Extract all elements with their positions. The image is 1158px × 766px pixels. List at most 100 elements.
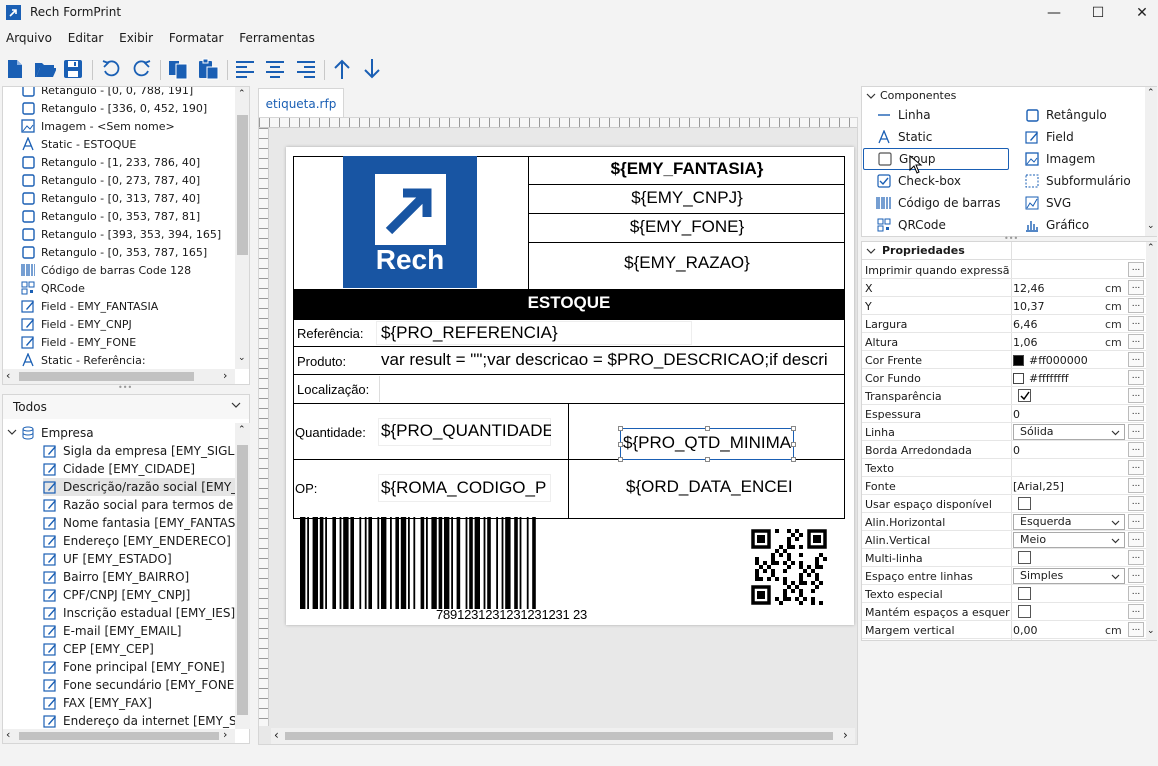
ellipsis-button[interactable]: ... <box>1128 496 1144 511</box>
scroll-left-icon[interactable]: ‹ <box>274 728 279 742</box>
save-icon[interactable] <box>62 58 84 80</box>
property-color-value[interactable]: #ff000000 <box>1013 354 1101 367</box>
menu-formatar[interactable]: Formatar <box>163 28 230 45</box>
component-static[interactable]: Static <box>876 126 932 148</box>
resize-handle[interactable] <box>791 457 796 462</box>
outline-item[interactable]: Field - EMY_FANTASIA <box>21 297 158 315</box>
ellipsis-button[interactable]: ... <box>1128 514 1144 529</box>
field-emy-razao[interactable]: ${EMY_RAZAO} <box>529 253 845 273</box>
datasource-field-item[interactable]: CPF/CNPJ [EMY_CNPJ] <box>43 586 235 604</box>
property-value[interactable]: [Arial,25] <box>1013 480 1101 493</box>
scroll-thumb[interactable] <box>19 732 219 740</box>
property-row[interactable]: Mantém espaços a esquerda... <box>862 603 1148 621</box>
scroll-down-icon[interactable]: ⌄ <box>1147 221 1155 231</box>
align-right-icon[interactable] <box>295 58 317 80</box>
ellipsis-button[interactable]: ... <box>1128 586 1144 601</box>
property-select[interactable]: Meio <box>1013 532 1125 548</box>
move-down-icon[interactable] <box>361 58 383 80</box>
component-qrcode[interactable]: QRCode <box>876 214 946 236</box>
property-select[interactable]: Simples <box>1013 568 1125 584</box>
static-produto[interactable]: Produto: <box>297 354 346 369</box>
property-row[interactable]: Y 10,37 cm... <box>862 297 1148 315</box>
field-pro-referencia[interactable]: ${PRO_REFERENCIA} <box>381 323 558 343</box>
component-subformul-rio[interactable]: Subformulário <box>1024 170 1131 192</box>
property-select[interactable]: Sólida <box>1013 424 1125 440</box>
datasource-field-item[interactable]: E-mail [EMY_EMAIL] <box>43 622 235 640</box>
outline-item[interactable]: Retangulo - [0, 313, 787, 40] <box>21 189 200 207</box>
paste-icon[interactable] <box>197 58 219 80</box>
property-row[interactable]: Texto especial... <box>862 585 1148 603</box>
ellipsis-button[interactable]: ... <box>1128 550 1144 565</box>
properties-header[interactable]: Propriedades <box>862 242 1145 260</box>
datasource-field-item[interactable]: UF [EMY_ESTADO] <box>43 550 235 568</box>
scroll-thumb[interactable] <box>19 372 194 381</box>
resize-handle[interactable] <box>618 457 623 462</box>
tab-etiqueta[interactable]: etiqueta.rfp <box>258 88 344 118</box>
property-color-value[interactable]: #ffffffff <box>1013 372 1101 385</box>
outline-item[interactable]: Retangulo - [0, 353, 787, 165] <box>21 243 207 261</box>
scroll-down-icon[interactable]: ⌄ <box>1147 626 1155 636</box>
ellipsis-button[interactable]: ... <box>1128 424 1144 439</box>
datasource-selector[interactable]: Todos <box>3 395 249 419</box>
field-pro-qtd-minima[interactable]: ${PRO_QTD_MINIMA <box>623 433 793 453</box>
datasource-field-item[interactable]: Endereço [EMY_ENDERECO] <box>43 532 235 550</box>
property-value[interactable]: 0 <box>1013 408 1101 421</box>
company-logo[interactable]: Rech <box>343 156 477 288</box>
location-row[interactable] <box>293 374 845 404</box>
property-row[interactable]: X 12,46 cm... <box>862 279 1148 297</box>
scroll-up-icon[interactable]: ⌃ <box>238 89 246 99</box>
outline-scrollbar[interactable]: ⌃ ⌄ <box>235 87 249 369</box>
properties-scrollbar[interactable]: ⌃ ⌄ <box>1146 242 1157 640</box>
property-row[interactable]: Usar espaço disponível... <box>862 495 1148 513</box>
ellipsis-button[interactable]: ... <box>1128 280 1144 295</box>
component-c-digo-de-barras[interactable]: Código de barras <box>876 192 1001 214</box>
field-emy-fantasia[interactable]: ${EMY_FANTASIA} <box>529 159 845 179</box>
label-page[interactable]: Rech ${EMY_FANTASIA} ${EMY_CNPJ} ${EMY_F… <box>286 147 854 625</box>
outline-item[interactable]: Static - ESTOQUE <box>21 135 136 153</box>
field-emy-fone[interactable]: ${EMY_FONE} <box>529 217 845 237</box>
open-folder-icon[interactable] <box>34 58 56 80</box>
chevron-down-icon[interactable] <box>7 427 21 440</box>
scroll-up-icon[interactable]: ⌃ <box>1147 243 1155 253</box>
undo-icon[interactable] <box>100 58 122 80</box>
property-row[interactable]: Alin.Vertical Meio... <box>862 531 1148 549</box>
property-value[interactable]: 0 <box>1013 444 1101 457</box>
outline-item[interactable]: Código de barras Code 128 <box>21 261 191 279</box>
datasource-field-item[interactable]: Inscrição estadual [EMY_IES] <box>43 604 235 622</box>
field-roma-codigo[interactable]: ${ROMA_CODIGO_P <box>381 478 551 498</box>
outline-item[interactable]: QRCode <box>21 279 85 297</box>
ellipsis-button[interactable]: ... <box>1128 604 1144 619</box>
property-row[interactable]: Multi-linha... <box>862 549 1148 567</box>
outline-item[interactable]: Retangulo - [336, 0, 452, 190] <box>21 99 207 117</box>
ellipsis-button[interactable]: ... <box>1128 316 1144 331</box>
field-pro-descricao[interactable]: var result = "";var descricao = $PRO_DES… <box>381 350 845 370</box>
ellipsis-button[interactable]: ... <box>1128 388 1144 403</box>
datasource-field-item[interactable]: Razão social para termos de aber <box>43 496 235 514</box>
static-quantidade[interactable]: Quantidade: <box>295 425 366 440</box>
outline-item[interactable]: Retangulo - [0, 353, 787, 81] <box>21 207 200 225</box>
scroll-thumb[interactable] <box>237 115 248 255</box>
ellipsis-button[interactable]: ... <box>1128 370 1144 385</box>
ellipsis-button[interactable]: ... <box>1128 478 1144 493</box>
component-group[interactable]: Group <box>863 148 1009 170</box>
outline-item[interactable]: Static - Referência: <box>21 351 146 369</box>
outline-item[interactable]: Retangulo - [0, 0, 788, 191] <box>21 87 193 99</box>
datasource-field-item[interactable]: FAX [EMY_FAX] <box>43 694 235 712</box>
field-pro-quantidade[interactable]: ${PRO_QUANTIDADE <box>381 421 551 441</box>
ellipsis-button[interactable]: ... <box>1128 334 1144 349</box>
scroll-thumb[interactable] <box>285 732 833 740</box>
align-left-icon[interactable] <box>234 58 256 80</box>
property-checkbox[interactable] <box>1018 389 1031 402</box>
component-svg[interactable]: SVG <box>1024 192 1071 214</box>
property-row[interactable]: Cor Fundo #ffffffff... <box>862 369 1148 387</box>
property-value[interactable]: 10,37 <box>1013 300 1101 313</box>
ellipsis-button[interactable]: ... <box>1128 460 1144 475</box>
scroll-up-icon[interactable]: ⌃ <box>238 425 246 435</box>
canvas-hscrollbar[interactable]: ‹ › <box>271 728 855 744</box>
scroll-thumb[interactable] <box>237 445 248 715</box>
property-row[interactable]: Espessura 0... <box>862 405 1148 423</box>
component-field[interactable]: Field <box>1024 126 1074 148</box>
component-linha[interactable]: Linha <box>876 104 931 126</box>
ellipsis-button[interactable]: ... <box>1128 352 1144 367</box>
property-row[interactable]: Texto... <box>862 459 1148 477</box>
